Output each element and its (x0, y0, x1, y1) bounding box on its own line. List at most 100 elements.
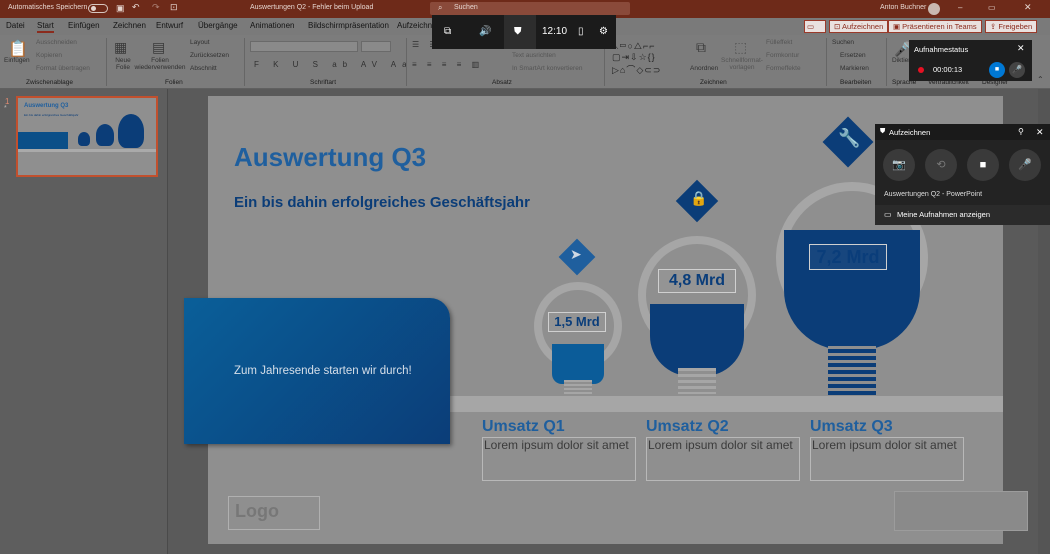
audio-icon[interactable]: 🔊 (479, 26, 491, 37)
search-box[interactable]: ⌕ Suchen (430, 2, 630, 15)
stop-button[interactable]: ■ (967, 149, 999, 181)
lock-glyph: 🔒 (690, 190, 708, 206)
redo-icon[interactable]: ↷ (152, 2, 160, 13)
paste-icon[interactable]: 📋 (8, 39, 28, 59)
divider (406, 38, 407, 86)
smartart-button[interactable]: In SmartArt konvertieren (512, 65, 582, 72)
autosave-toggle[interactable] (88, 4, 108, 13)
font-name-select[interactable] (250, 41, 358, 52)
controller-icon[interactable]: ▯ (578, 26, 584, 37)
capture-panel-title: Aufzeichnen (889, 128, 931, 137)
thumb-bulb (78, 132, 90, 146)
tab-zeichnen[interactable]: Zeichnen (113, 21, 146, 30)
paste-button[interactable]: Einfügen (4, 57, 30, 64)
q3-heading: Umsatz Q3 (810, 418, 893, 435)
tab-bildschirmpraesentation[interactable]: Bildschirmpräsentation (308, 21, 389, 30)
quick-styles-button[interactable]: Schnellformat-vorlagen (720, 57, 764, 71)
logo-placeholder[interactable]: Logo (228, 496, 320, 530)
new-slide-icon[interactable]: ▦ (114, 39, 127, 56)
text-direction-button[interactable]: Text ausrichten (512, 52, 556, 59)
reuse-slides-button[interactable]: Folien wiederverwenden (134, 57, 186, 71)
close-capture-icon[interactable]: ✕ (1036, 127, 1044, 138)
capture-widget-icon[interactable]: ⧉ (444, 26, 451, 37)
divider (244, 38, 245, 86)
close-icon[interactable]: ✕ (1024, 2, 1032, 13)
thumb-title: Auswertung Q3 (24, 103, 69, 109)
slide-thumbnail[interactable]: Auswertung Q3 Ein bis dahin erfolgreiche… (16, 96, 158, 177)
reset-button[interactable]: Zurücksetzen (190, 52, 229, 59)
align-icons[interactable]: ≡ ≡ ≡ ≡ ▥ (412, 60, 483, 69)
collapse-ribbon-icon[interactable]: ⌃ (1037, 75, 1044, 84)
close-status-icon[interactable]: ✕ (1017, 43, 1025, 54)
bulb-q2-value: 4,8 Mrd (658, 269, 736, 293)
present-teams-label: Präsentieren in Teams (902, 22, 977, 31)
show-recordings-label: Meine Aufnahmen anzeigen (897, 210, 990, 219)
performance-icon[interactable]: ⛊ (514, 26, 522, 37)
dictate-button[interactable]: Diktier (892, 57, 910, 64)
format-painter-button[interactable]: Format übertragen (36, 65, 90, 72)
shape-fill-button[interactable]: Fülleffekt (766, 39, 792, 46)
pin-icon[interactable]: ⚲ (1018, 127, 1024, 136)
comments-button[interactable]: ▭ (804, 20, 826, 33)
paragraph-group-label: Absatz (492, 79, 512, 86)
undo-icon[interactable]: ↶ (132, 2, 140, 13)
user-name[interactable]: Anton Buchner (880, 4, 926, 11)
select-button[interactable]: Markieren (840, 65, 869, 72)
layout-button[interactable]: Layout (190, 39, 210, 46)
avatar[interactable] (928, 3, 940, 15)
tab-datei[interactable]: Datei (6, 21, 25, 30)
start-slideshow-icon[interactable]: ⊡ (170, 2, 178, 13)
present-teams-button[interactable]: ▣ Präsentieren in Teams (888, 20, 982, 33)
copy-button[interactable]: Kopieren (36, 52, 62, 59)
shape-outline-button[interactable]: Formkontur (766, 52, 799, 59)
stop-recording-button[interactable]: ■ (989, 62, 1005, 78)
teams-icon: ▣ (893, 22, 903, 31)
thumb-stripe (18, 149, 156, 152)
banner-box[interactable]: Zum Jahresende starten wir durch! (184, 298, 450, 444)
bulb-q3-value: 7,2 Mrd (809, 244, 887, 270)
microphone-button[interactable]: 🎤 (1009, 149, 1041, 181)
bulb-q1 (534, 282, 622, 398)
gamebar-time: 12:10 (542, 26, 568, 37)
document-title[interactable]: Auswertungen Q2 - Fehler beim Upload (250, 4, 373, 11)
tab-start[interactable]: Start (37, 21, 54, 33)
find-button[interactable]: Suchen (832, 39, 854, 46)
shape-effects-button[interactable]: Formeffekte (766, 65, 801, 72)
screenshot-button[interactable]: 📷 (883, 149, 915, 181)
tab-animationen[interactable]: Animationen (250, 21, 294, 30)
mic-toggle-button[interactable]: 🎤 (1009, 62, 1025, 78)
divider (886, 38, 887, 86)
q3-textbox[interactable]: Lorem ipsum dolor sit amet (810, 437, 964, 481)
recording-status-title: Aufnahmestatus (914, 45, 969, 54)
arrange-icon[interactable]: ⧉ (696, 39, 706, 56)
font-format-icons[interactable]: F K U S ab AV Aa (254, 60, 413, 69)
new-slide-button[interactable]: Neue Folie (112, 57, 134, 71)
record-last-button[interactable]: ⟲ (925, 149, 957, 181)
thumbnail-pane: 1 * Auswertung Q3 Ein bis dahin erfolgre… (0, 89, 168, 554)
arrange-button[interactable]: Anordnen (690, 65, 718, 72)
q1-textbox[interactable]: Lorem ipsum dolor sit amet (482, 437, 636, 481)
quick-styles-icon[interactable]: ⬚ (734, 39, 747, 56)
reuse-slides-icon[interactable]: ▤ (152, 39, 165, 56)
shapes-gallery[interactable]: ⟍▭○△⌐⌐ ▢⇥⇩☆{} ▷⌂⌒◇⊂⊃ (612, 41, 661, 76)
share-label: Freigeben (998, 22, 1033, 31)
record-button[interactable]: ⊡ Aufzeichnen (829, 20, 889, 33)
notification-toast[interactable] (894, 491, 1028, 531)
tab-einfuegen[interactable]: Einfügen (68, 21, 100, 30)
q2-textbox[interactable]: Lorem ipsum dolor sit amet (646, 437, 800, 481)
tab-uebergaenge[interactable]: Übergänge (198, 21, 238, 30)
maximize-icon[interactable]: ▭ (988, 3, 996, 12)
search-placeholder: Suchen (454, 4, 478, 11)
minimize-icon[interactable]: – (958, 3, 962, 12)
slides-group-label: Folien (165, 79, 183, 86)
font-size-select[interactable] (361, 41, 391, 52)
show-recordings-link[interactable]: ▭ Meine Aufnahmen anzeigen (875, 205, 1050, 225)
tab-entwurf[interactable]: Entwurf (156, 21, 183, 30)
section-button[interactable]: Abschnitt (190, 65, 217, 72)
cut-button[interactable]: Ausschneiden (36, 39, 77, 46)
save-icon[interactable]: ▣ (116, 3, 125, 14)
font-group-label: Schriftart (310, 79, 337, 86)
settings-icon[interactable]: ⚙ (599, 26, 608, 37)
replace-button[interactable]: Ersetzen (840, 52, 866, 59)
share-button[interactable]: ⇪ Freigeben (985, 20, 1038, 33)
